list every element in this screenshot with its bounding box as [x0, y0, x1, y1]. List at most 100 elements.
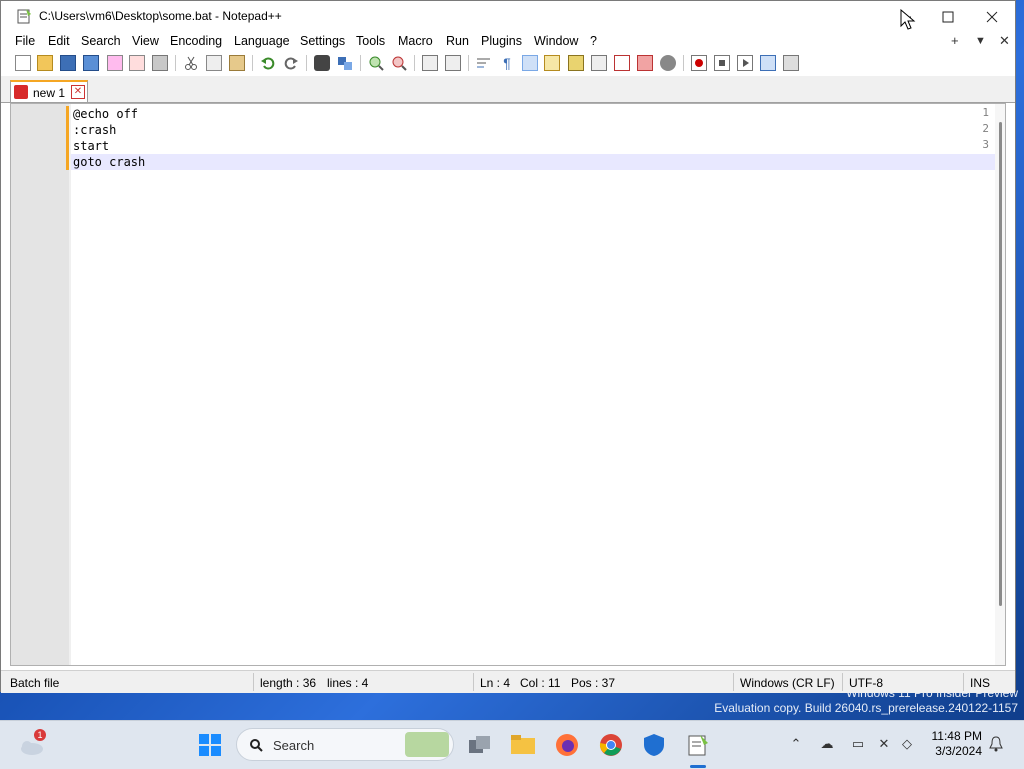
menu-macro[interactable]: Macro: [398, 34, 433, 48]
menu-view[interactable]: View: [132, 34, 159, 48]
menu-plugins[interactable]: Plugins: [481, 34, 522, 48]
menu-settings[interactable]: Settings: [300, 34, 345, 48]
zoom-in-icon[interactable]: [368, 55, 384, 71]
windows-logo-icon: [199, 734, 221, 756]
sync-vertical-icon[interactable]: [422, 55, 438, 71]
task-view-button[interactable]: [464, 729, 496, 761]
save-icon[interactable]: [60, 55, 76, 71]
close-file-icon[interactable]: [107, 55, 123, 71]
new-file-icon[interactable]: [15, 55, 31, 71]
display-icon[interactable]: ▭: [850, 736, 866, 752]
status-lines: lines : 4: [327, 676, 369, 690]
scrollbar-thumb[interactable]: [999, 122, 1002, 606]
show-all-chars-icon[interactable]: ¶: [499, 55, 515, 71]
taskbar-clock[interactable]: 11:48 PM 3/3/2024: [932, 729, 982, 759]
cut-icon[interactable]: [183, 55, 199, 71]
word-wrap-icon[interactable]: [476, 55, 492, 71]
menu-help[interactable]: ?: [590, 34, 597, 48]
notepadpp-taskbar-button[interactable]: [682, 729, 714, 761]
folder-workspace-icon[interactable]: [637, 55, 653, 71]
task-view-icon: [469, 736, 490, 753]
editor[interactable]: 1 2 3 4 @echo off :crash start goto cras…: [10, 103, 1006, 666]
menu-window[interactable]: Window: [534, 34, 578, 48]
change-marker: [66, 138, 69, 154]
doc-map-icon[interactable]: [568, 55, 584, 71]
window-title: C:\Users\vm6\Desktop\some.bat - Notepad+…: [39, 9, 282, 23]
menu-run[interactable]: Run: [446, 34, 469, 48]
indent-guide-icon[interactable]: [522, 55, 538, 71]
code-line[interactable]: start: [71, 138, 996, 154]
close-button[interactable]: [969, 1, 1015, 33]
run-macro-multiple-icon[interactable]: [760, 55, 776, 71]
weather-widget[interactable]: 1: [16, 729, 48, 761]
menu-bar: File Edit Search View Encoding Language …: [1, 32, 1015, 52]
menu-encoding[interactable]: Encoding: [170, 34, 222, 48]
menu-file[interactable]: File: [15, 34, 35, 48]
network-icon[interactable]: ◇: [899, 736, 915, 752]
status-length: length : 36: [260, 676, 317, 690]
tab-list-icon[interactable]: ▼: [975, 35, 986, 47]
paste-icon[interactable]: [229, 55, 245, 71]
change-marker: [66, 122, 69, 138]
notepadpp-icon: [688, 735, 708, 756]
undo-icon[interactable]: [260, 55, 276, 71]
maximize-button[interactable]: [925, 1, 971, 33]
tab-bar: new 1 ✕: [1, 76, 1015, 103]
notification-bell-icon[interactable]: [988, 736, 1004, 752]
notification-badge: 1: [34, 729, 46, 741]
clock-date: 3/3/2024: [935, 744, 982, 758]
start-button[interactable]: [194, 729, 226, 761]
taskbar-search[interactable]: Search: [236, 728, 454, 761]
save-all-icon[interactable]: [83, 55, 99, 71]
status-eol[interactable]: Windows (CR LF): [740, 676, 835, 690]
line-number-gutter: [11, 104, 69, 665]
status-insert-mode[interactable]: INS: [970, 676, 990, 690]
close-tab-icon[interactable]: ✕: [999, 33, 1010, 49]
search-icon: [250, 739, 263, 752]
onedrive-icon[interactable]: ☁: [819, 736, 835, 752]
function-list-icon[interactable]: [614, 55, 630, 71]
zoom-out-icon[interactable]: [391, 55, 407, 71]
udl-icon[interactable]: [544, 55, 560, 71]
show-hidden-icons-icon[interactable]: ⌃: [788, 736, 804, 752]
doc-list-icon[interactable]: [591, 55, 607, 71]
vertical-scrollbar[interactable]: [995, 104, 1005, 665]
play-macro-icon[interactable]: [737, 55, 753, 71]
title-bar[interactable]: C:\Users\vm6\Desktop\some.bat - Notepad+…: [1, 1, 1015, 33]
record-macro-icon[interactable]: [691, 55, 707, 71]
code-line[interactable]: :crash: [71, 122, 996, 138]
tab-close-icon[interactable]: ✕: [71, 85, 85, 99]
volume-muted-icon[interactable]: ✕: [876, 736, 892, 752]
menu-edit[interactable]: Edit: [48, 34, 70, 48]
menu-search[interactable]: Search: [81, 34, 121, 48]
firefox-button[interactable]: [551, 729, 583, 761]
maximize-icon: [942, 11, 954, 23]
sync-horizontal-icon[interactable]: [445, 55, 461, 71]
print-icon[interactable]: [152, 55, 168, 71]
chrome-icon: [599, 734, 622, 756]
tab-new-1[interactable]: new 1 ✕: [10, 80, 88, 102]
redo-icon[interactable]: [283, 55, 299, 71]
open-file-icon[interactable]: [37, 55, 53, 71]
status-bar: Batch file length : 36 lines : 4 Ln : 4 …: [1, 670, 1015, 693]
find-icon[interactable]: [314, 55, 330, 71]
code-line[interactable]: @echo off: [71, 106, 996, 122]
new-tab-icon[interactable]: +: [951, 33, 959, 48]
chrome-button[interactable]: [595, 729, 627, 761]
monitor-icon[interactable]: [660, 55, 676, 71]
taskbar: 1 Search ⌃ ☁ ▭ ✕ ◇ 11:48 PM 3/3/2024: [0, 720, 1024, 769]
status-encoding[interactable]: UTF-8: [849, 676, 883, 690]
defender-button[interactable]: [638, 729, 670, 761]
save-macro-icon[interactable]: [783, 55, 799, 71]
replace-icon[interactable]: [337, 55, 353, 71]
status-col: Col : 11: [520, 676, 561, 690]
menu-tools[interactable]: Tools: [356, 34, 385, 48]
code-text: @echo off: [73, 107, 139, 121]
copy-icon[interactable]: [206, 55, 222, 71]
file-explorer-button[interactable]: [507, 729, 539, 761]
stop-macro-icon[interactable]: [714, 55, 730, 71]
close-all-icon[interactable]: [129, 55, 145, 71]
menu-language[interactable]: Language: [234, 34, 290, 48]
code-line-current[interactable]: goto crash: [71, 154, 996, 170]
notepadpp-icon: [17, 9, 31, 24]
